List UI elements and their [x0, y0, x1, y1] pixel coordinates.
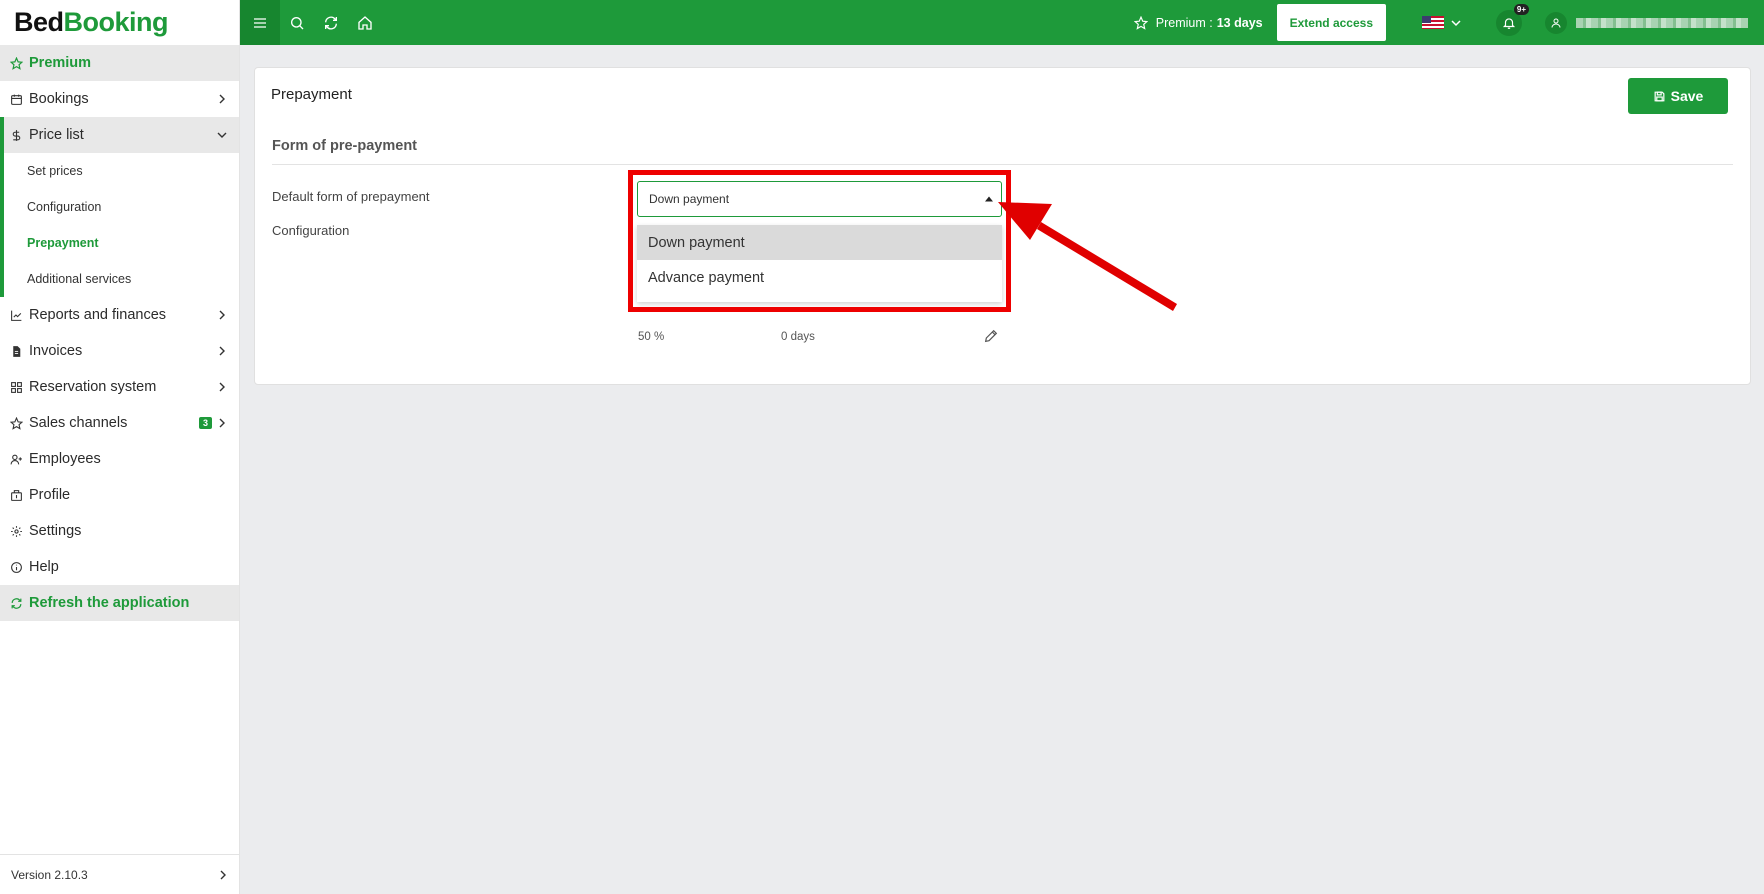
- avatar: [1545, 11, 1567, 34]
- sidebar-item-label: Reservation system: [29, 379, 157, 395]
- star-icon: [9, 416, 23, 430]
- logo-text-booking: Booking: [63, 7, 169, 37]
- configuration-label: Configuration: [272, 223, 350, 238]
- sidebar-item-refresh[interactable]: Refresh the application: [0, 585, 239, 621]
- version-label: Version 2.10.3: [11, 867, 88, 882]
- sync-button[interactable]: [314, 0, 348, 45]
- sidebar-item-label: Help: [29, 559, 59, 575]
- info-icon: [9, 560, 23, 574]
- sidebar-item-reservation-system[interactable]: Reservation system: [0, 369, 239, 405]
- bell-icon: [1502, 17, 1516, 29]
- search-icon: [291, 16, 304, 29]
- chart-icon: [9, 308, 23, 322]
- building-icon: [9, 488, 23, 502]
- sidebar-item-label: Profile: [29, 487, 71, 503]
- chevron-right-icon: [219, 346, 225, 356]
- save-icon: [1654, 91, 1665, 101]
- sidebar-item-label: Refresh the application: [29, 595, 190, 611]
- chevron-right-icon: [219, 382, 225, 392]
- sidebar-subitem-prepayment[interactable]: Prepayment: [0, 225, 239, 261]
- premium-label: Premium :: [1155, 15, 1213, 30]
- sidebar-item-price-list[interactable]: Price list: [0, 117, 239, 153]
- sidebar-subitem-set-prices[interactable]: Set prices: [0, 153, 239, 189]
- chevron-right-icon: [219, 94, 225, 104]
- extend-access-button[interactable]: Extend access: [1276, 4, 1386, 41]
- chevron-right-icon: [219, 310, 225, 320]
- sidebar-item-help[interactable]: Help: [0, 549, 239, 585]
- sidebar-item-employees[interactable]: Employees: [0, 441, 239, 477]
- premium-status[interactable]: Premium : 13 days: [1133, 15, 1263, 30]
- sidebar-item-settings[interactable]: Settings: [0, 513, 239, 549]
- hamburger-icon: [254, 17, 266, 28]
- chevron-right-icon: [220, 870, 226, 879]
- sidebar-item-label: Sales channels: [29, 415, 128, 431]
- calendar-icon: [9, 92, 23, 106]
- sidebar-item-premium[interactable]: Premium: [0, 45, 239, 81]
- sidebar-subitem-additional-services[interactable]: Additional services: [0, 261, 239, 297]
- sidebar-item-label: Employees: [29, 451, 101, 467]
- user-name-redacted: [1576, 17, 1748, 28]
- user-plus-icon: [9, 452, 23, 466]
- home-button[interactable]: [348, 0, 382, 45]
- us-flag-icon: [1422, 16, 1444, 29]
- page-title: Prepayment: [271, 86, 352, 103]
- sidebar-item-reports[interactable]: Reports and finances: [0, 297, 239, 333]
- chevron-down-icon: [1451, 19, 1461, 26]
- star-icon: [1133, 15, 1148, 30]
- sidebar-item-sales-channels[interactable]: Sales channels 3: [0, 405, 239, 441]
- user-icon: [1551, 18, 1561, 28]
- sidebar-item-label: Price list: [29, 127, 84, 143]
- config-percent: 50 %: [638, 331, 665, 343]
- chevron-right-icon: [219, 418, 225, 428]
- refresh-icon: [9, 596, 23, 610]
- annotation-highlight-box: [628, 170, 1011, 312]
- section-title: Form of pre-payment: [272, 138, 418, 154]
- top-bar: Premium : 13 days Extend access 9+: [240, 0, 1764, 45]
- premium-days: 13 days: [1216, 15, 1263, 30]
- sidebar-item-label: Invoices: [29, 343, 83, 359]
- sidebar-subitem-configuration[interactable]: Configuration: [0, 189, 239, 225]
- user-menu[interactable]: [1545, 11, 1748, 34]
- grid-icon: [9, 380, 23, 394]
- pencil-icon[interactable]: [983, 328, 999, 344]
- chevron-down-icon: [217, 132, 227, 138]
- save-label: Save: [1670, 88, 1704, 104]
- default-form-label: Default form of prepayment: [272, 189, 430, 204]
- sidebar: Bed Booking Premium Bookings Price list S…: [0, 0, 240, 894]
- sidebar-item-label: Bookings: [29, 91, 89, 107]
- logo-text-bed: Bed: [14, 7, 64, 37]
- menu-toggle-button[interactable]: [240, 0, 280, 45]
- sidebar-item-label: Premium: [29, 55, 92, 71]
- notifications-button[interactable]: 9+: [1496, 3, 1529, 36]
- version-info[interactable]: Version 2.10.3: [0, 854, 240, 894]
- home-icon: [358, 15, 372, 30]
- divider: [272, 164, 1733, 165]
- sidebar-item-bookings[interactable]: Bookings: [0, 81, 239, 117]
- search-button[interactable]: [280, 0, 314, 45]
- invoice-icon: [9, 344, 23, 358]
- config-days: 0 days: [781, 331, 815, 343]
- sidebar-item-invoices[interactable]: Invoices: [0, 333, 239, 369]
- sidebar-item-profile[interactable]: Profile: [0, 477, 239, 513]
- logo[interactable]: Bed Booking: [0, 0, 239, 45]
- price-list-submenu: Set prices Configuration Prepayment Addi…: [0, 153, 239, 297]
- sidebar-item-label: Settings: [29, 523, 82, 539]
- language-selector[interactable]: [1422, 16, 1462, 29]
- top-bar-right: Premium : 13 days Extend access 9+: [1133, 0, 1764, 45]
- annotation-arrow: [998, 202, 1177, 311]
- dollar-icon: [9, 128, 23, 142]
- notification-count-badge: 9+: [1513, 3, 1529, 15]
- sidebar-item-label: Reports and finances: [29, 307, 167, 323]
- star-icon: [9, 56, 23, 70]
- save-button[interactable]: Save: [1628, 78, 1728, 114]
- sync-icon: [325, 16, 337, 29]
- gear-icon: [9, 524, 23, 538]
- count-badge: 3: [198, 417, 212, 429]
